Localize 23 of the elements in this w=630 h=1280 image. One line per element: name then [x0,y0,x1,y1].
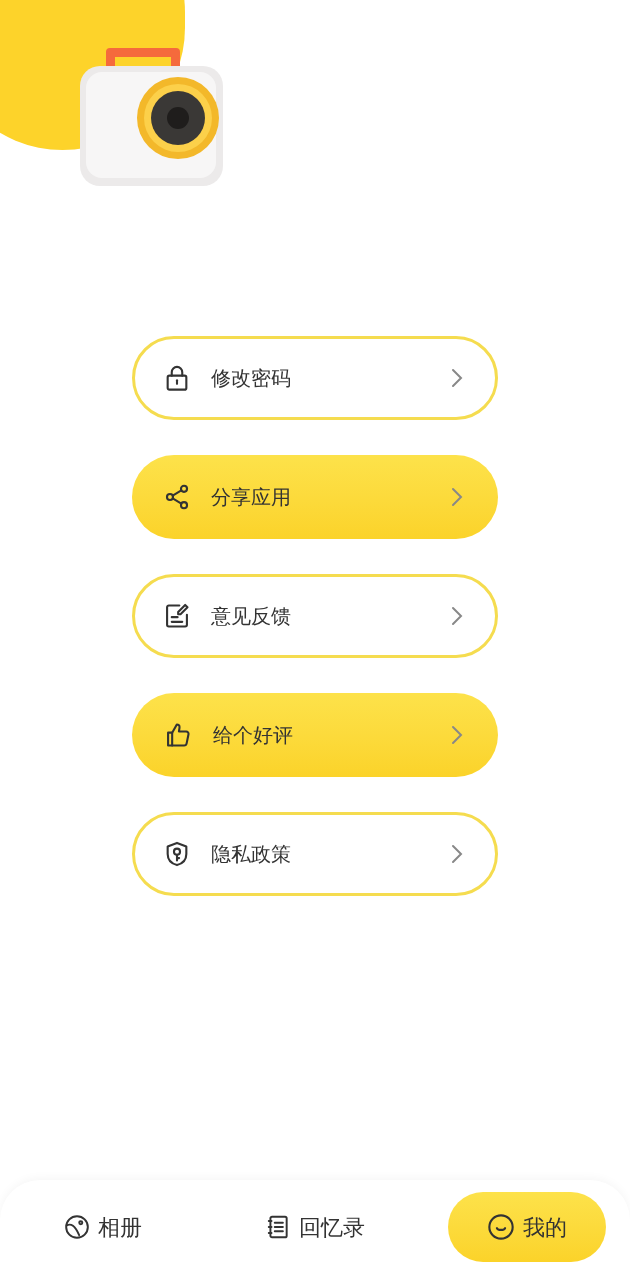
nav-tab[interactable]: 相册 [24,1192,182,1262]
edit-note-icon [163,602,191,630]
chevron-right-icon [451,487,463,507]
nav-tab[interactable]: 回忆录 [236,1192,394,1262]
menu-item[interactable]: 意见反馈 [132,574,498,658]
menu-item[interactable]: 给个好评 [132,693,498,777]
menu-label: 意见反馈 [211,603,291,630]
menu-label: 隐私政策 [211,841,291,868]
nav-tab[interactable]: 我的 [448,1192,606,1262]
menu-item[interactable]: 分享应用 [132,455,498,539]
menu-item[interactable]: 隐私政策 [132,812,498,896]
chevron-right-icon [451,606,463,626]
photo-circle-icon [64,1214,90,1240]
menu-label: 修改密码 [211,365,291,392]
menu-item[interactable]: 修改密码 [132,336,498,420]
menu-label: 给个好评 [213,722,293,749]
notebook-icon [265,1214,291,1240]
smiley-icon [487,1213,515,1241]
menu-label: 分享应用 [211,484,291,511]
chevron-right-icon [451,368,463,388]
share-icon [163,483,191,511]
chevron-right-icon [451,725,463,745]
chevron-right-icon [451,844,463,864]
